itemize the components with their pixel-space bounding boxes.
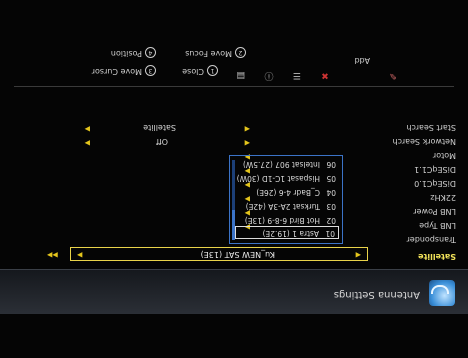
key-4-icon: 4 xyxy=(145,47,156,58)
divider xyxy=(14,86,454,87)
settings-panel: Satellite Transponder LNB Type LNB Power… xyxy=(0,90,468,266)
satellite-list-item[interactable]: 01Astra 1 (19.2E) xyxy=(235,226,339,239)
edit-icon[interactable]: ✎ xyxy=(388,70,398,80)
title-bar: Antenna Settings xyxy=(0,269,468,314)
label-transponder[interactable]: Transponder xyxy=(407,235,456,244)
position-hint[interactable]: Position xyxy=(111,49,142,58)
satellite-list-item[interactable]: 03Turksat 2A-3A (42E) xyxy=(237,200,339,211)
label-22khz[interactable]: 22KHz xyxy=(430,193,456,202)
satellite-dish-icon xyxy=(429,280,455,306)
move-focus-hint[interactable]: Move Focus xyxy=(185,49,232,58)
label-motor[interactable]: Motor xyxy=(433,151,456,160)
delete-icon[interactable]: ✖ xyxy=(320,70,330,80)
label-network-search[interactable]: Network Search xyxy=(393,137,456,146)
network-search-value: Off xyxy=(156,137,168,146)
page-icon[interactable]: ▤ xyxy=(236,70,246,80)
label-diseqc10[interactable]: DiSEqC1.0 xyxy=(414,179,456,188)
satellite-list-item[interactable]: 06Intelsat 907 (27.5W) xyxy=(237,158,339,169)
label-lnb-type[interactable]: LNB Type xyxy=(419,221,456,230)
add-label[interactable]: Add xyxy=(355,56,371,65)
arrow-left-icon[interactable]: ◀ xyxy=(356,251,361,259)
info-icon[interactable]: ⓘ xyxy=(264,70,274,80)
arrow-left-icon[interactable]: ◀ xyxy=(245,125,250,133)
arrow-right-icon[interactable]: ▶ xyxy=(85,125,90,133)
bottom-area: ✎ ✖ ☰ ⓘ ▤ Add 1 Close 3 Move Cursor 2 Mo… xyxy=(0,0,468,90)
start-search-value: Satellite xyxy=(143,123,176,132)
scrollbar-thumb[interactable] xyxy=(232,210,235,240)
satellite-value: Ku_NEW SAT (13E) xyxy=(200,250,275,259)
key-1-icon: 1 xyxy=(207,65,218,76)
label-lnb-power[interactable]: LNB Power xyxy=(413,207,456,216)
arrow-right-icon[interactable]: ▶ xyxy=(77,251,82,259)
satellite-list-item[interactable]: 02Hot Bird 6-8-9 (13E) xyxy=(237,214,339,225)
label-satellite[interactable]: Satellite xyxy=(418,252,456,261)
list-icon[interactable]: ☰ xyxy=(292,70,302,80)
fast-forward-icon[interactable]: ▶▶ xyxy=(47,251,58,259)
scrollbar[interactable] xyxy=(232,160,235,240)
label-start-search[interactable]: Start Search xyxy=(406,123,456,132)
screen: Antenna Settings Satellite Transponder L… xyxy=(0,0,468,358)
satellite-select[interactable]: ◀ Ku_NEW SAT (13E) ▶ ▶▶ xyxy=(47,247,368,261)
satellite-list[interactable]: 01Astra 1 (19.2E) 02Hot Bird 6-8-9 (13E)… xyxy=(229,155,343,244)
satellite-list-item[interactable]: 05Hispasat 1C-1D (30W) xyxy=(237,172,339,183)
move-cursor-hint[interactable]: Move Cursor xyxy=(92,67,142,76)
window-title: Antenna Settings xyxy=(333,289,420,300)
label-diseqc11[interactable]: DiSEqC1.1 xyxy=(414,165,456,174)
arrow-right-icon[interactable]: ▶ xyxy=(85,139,90,147)
satellite-list-item[interactable]: 04C_Badr 4-6 (26E) xyxy=(237,186,339,197)
arrow-left-icon[interactable]: ◀ xyxy=(245,139,250,147)
key-3-icon: 3 xyxy=(145,65,156,76)
key-2-icon: 2 xyxy=(235,47,246,58)
close-hint[interactable]: Close xyxy=(182,67,204,76)
